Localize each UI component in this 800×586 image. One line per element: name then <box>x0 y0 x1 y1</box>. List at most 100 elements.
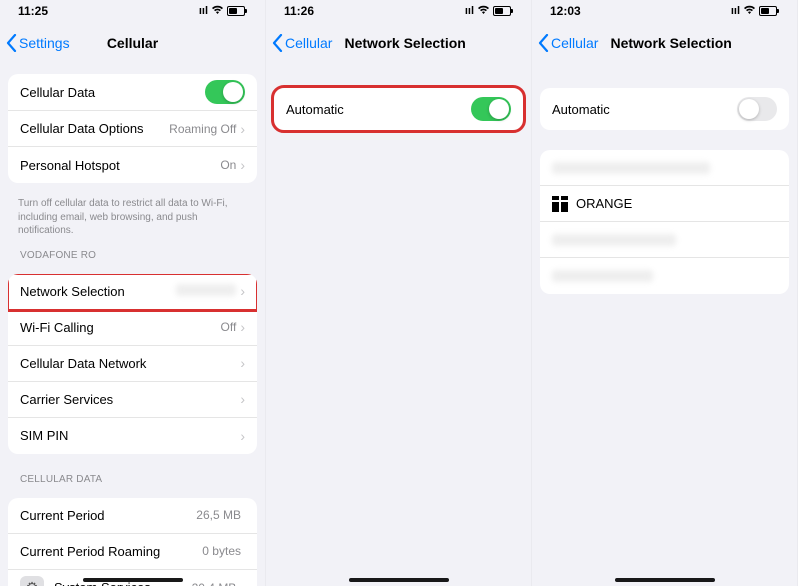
content-scroll[interactable]: Cellular Data Cellular Data Options Roam… <box>0 64 265 586</box>
gear-icon: ⚙ <box>20 576 44 586</box>
row-value: 20,4 MB <box>192 581 237 586</box>
section-header-data: CELLULAR DATA <box>0 464 265 488</box>
back-button[interactable]: Settings <box>6 34 70 52</box>
status-bar: 12:03 ııl <box>532 0 797 22</box>
row-automatic[interactable]: Automatic <box>274 88 523 130</box>
row-label: Network Selection <box>20 284 176 299</box>
home-indicator[interactable] <box>615 578 715 582</box>
page-title: Network Selection <box>610 35 731 51</box>
home-indicator[interactable] <box>349 578 449 582</box>
row-sim-pin[interactable]: SIM PIN › <box>8 418 257 454</box>
back-label: Cellular <box>551 35 598 51</box>
row-network-item[interactable] <box>540 222 789 258</box>
row-label: Wi-Fi Calling <box>20 320 221 335</box>
chevron-left-icon <box>538 34 549 52</box>
group-cellular-main: Cellular Data Cellular Data Options Roam… <box>8 74 257 183</box>
chevron-right-icon: › <box>240 391 245 407</box>
group-networks-list: ORANGE <box>540 150 789 294</box>
row-label: Cellular Data <box>20 85 205 100</box>
row-carrier-services[interactable]: Carrier Services › <box>8 382 257 418</box>
row-label: Carrier Services <box>20 392 240 407</box>
blurred-carrier-name <box>552 234 676 246</box>
wifi-icon <box>211 5 224 18</box>
row-label: Cellular Data Network <box>20 356 240 371</box>
chevron-right-icon: › <box>240 355 245 371</box>
wifi-icon <box>743 5 756 18</box>
blurred-carrier-name <box>552 162 710 174</box>
blurred-carrier-name <box>552 270 653 282</box>
battery-icon <box>227 6 247 16</box>
chevron-right-icon: › <box>240 580 245 586</box>
group-cellular-data-usage: Current Period 26,5 MB Current Period Ro… <box>8 498 257 586</box>
home-indicator[interactable] <box>83 578 183 582</box>
back-button[interactable]: Cellular <box>538 34 598 52</box>
row-label: SIM PIN <box>20 428 240 443</box>
group-footer: Turn off cellular data to restrict all d… <box>0 193 265 240</box>
row-value: Off <box>221 320 237 334</box>
chevron-right-icon: › <box>240 428 245 444</box>
toggle-automatic[interactable] <box>471 97 511 121</box>
row-label: Current Period Roaming <box>20 544 202 559</box>
status-icons: ııl <box>465 5 513 18</box>
row-value: On <box>220 158 236 172</box>
row-value: 26,5 MB <box>196 508 241 522</box>
back-label: Cellular <box>285 35 332 51</box>
status-time: 11:26 <box>284 4 314 18</box>
toggle-automatic[interactable] <box>737 97 777 121</box>
group-automatic: Automatic <box>274 88 523 130</box>
status-icons: ııl <box>199 5 247 18</box>
row-cellular-data-network[interactable]: Cellular Data Network › <box>8 346 257 382</box>
chevron-left-icon <box>6 34 17 52</box>
battery-icon <box>759 6 779 16</box>
group-carrier: Network Selection › Wi-Fi Calling Off › … <box>8 274 257 454</box>
chevron-right-icon: › <box>240 157 245 173</box>
row-network-selection[interactable]: Network Selection › <box>8 274 257 310</box>
row-current-period[interactable]: Current Period 26,5 MB <box>8 498 257 534</box>
row-network-item[interactable] <box>540 258 789 294</box>
content-scroll[interactable]: Automatic <box>266 64 531 586</box>
row-label: Current Period <box>20 508 196 523</box>
nav-bar: Settings Cellular <box>0 22 265 64</box>
wifi-icon <box>477 5 490 18</box>
battery-icon <box>493 6 513 16</box>
phone-network-selection-auto-on: 11:26 ııl Cellular Network Selection Aut… <box>266 0 532 586</box>
row-value <box>176 284 236 299</box>
status-icons: ııl <box>731 5 779 18</box>
row-cellular-data[interactable]: Cellular Data <box>8 74 257 111</box>
phone-network-selection-list: 12:03 ııl Cellular Network Selection Aut… <box>532 0 798 586</box>
status-time: 11:25 <box>18 4 48 18</box>
row-cellular-data-options[interactable]: Cellular Data Options Roaming Off › <box>8 111 257 147</box>
row-label: Personal Hotspot <box>20 158 220 173</box>
row-current-period-roaming[interactable]: Current Period Roaming 0 bytes <box>8 534 257 570</box>
phone-cellular-settings: 11:25 ııl Settings Cellular Cellular Dat… <box>0 0 266 586</box>
chevron-right-icon: › <box>240 283 245 299</box>
row-label: ORANGE <box>576 196 777 211</box>
section-header-carrier: VODAFONE RO <box>0 240 265 264</box>
back-label: Settings <box>19 35 70 51</box>
chevron-left-icon <box>272 34 283 52</box>
row-personal-hotspot[interactable]: Personal Hotspot On › <box>8 147 257 183</box>
nav-bar: Cellular Network Selection <box>532 22 797 64</box>
back-button[interactable]: Cellular <box>272 34 332 52</box>
content-scroll[interactable]: Automatic ORANGE <box>532 64 797 586</box>
nav-bar: Cellular Network Selection <box>266 22 531 64</box>
toggle-cellular-data[interactable] <box>205 80 245 104</box>
signal-icon: ııl <box>731 5 740 17</box>
carrier-icon <box>552 196 568 212</box>
status-bar: 11:26 ııl <box>266 0 531 22</box>
chevron-right-icon: › <box>240 319 245 335</box>
status-bar: 11:25 ııl <box>0 0 265 22</box>
row-network-item[interactable] <box>540 150 789 186</box>
signal-icon: ııl <box>465 5 474 17</box>
row-label: Automatic <box>552 102 737 117</box>
row-value: Roaming Off <box>169 122 236 136</box>
page-title: Network Selection <box>344 35 465 51</box>
row-automatic[interactable]: Automatic <box>540 88 789 130</box>
row-label: Automatic <box>286 102 471 117</box>
row-network-item-orange[interactable]: ORANGE <box>540 186 789 222</box>
row-label: Cellular Data Options <box>20 121 169 136</box>
signal-icon: ııl <box>199 5 208 17</box>
status-time: 12:03 <box>550 4 581 18</box>
row-wifi-calling[interactable]: Wi-Fi Calling Off › <box>8 310 257 346</box>
group-automatic: Automatic <box>540 88 789 130</box>
